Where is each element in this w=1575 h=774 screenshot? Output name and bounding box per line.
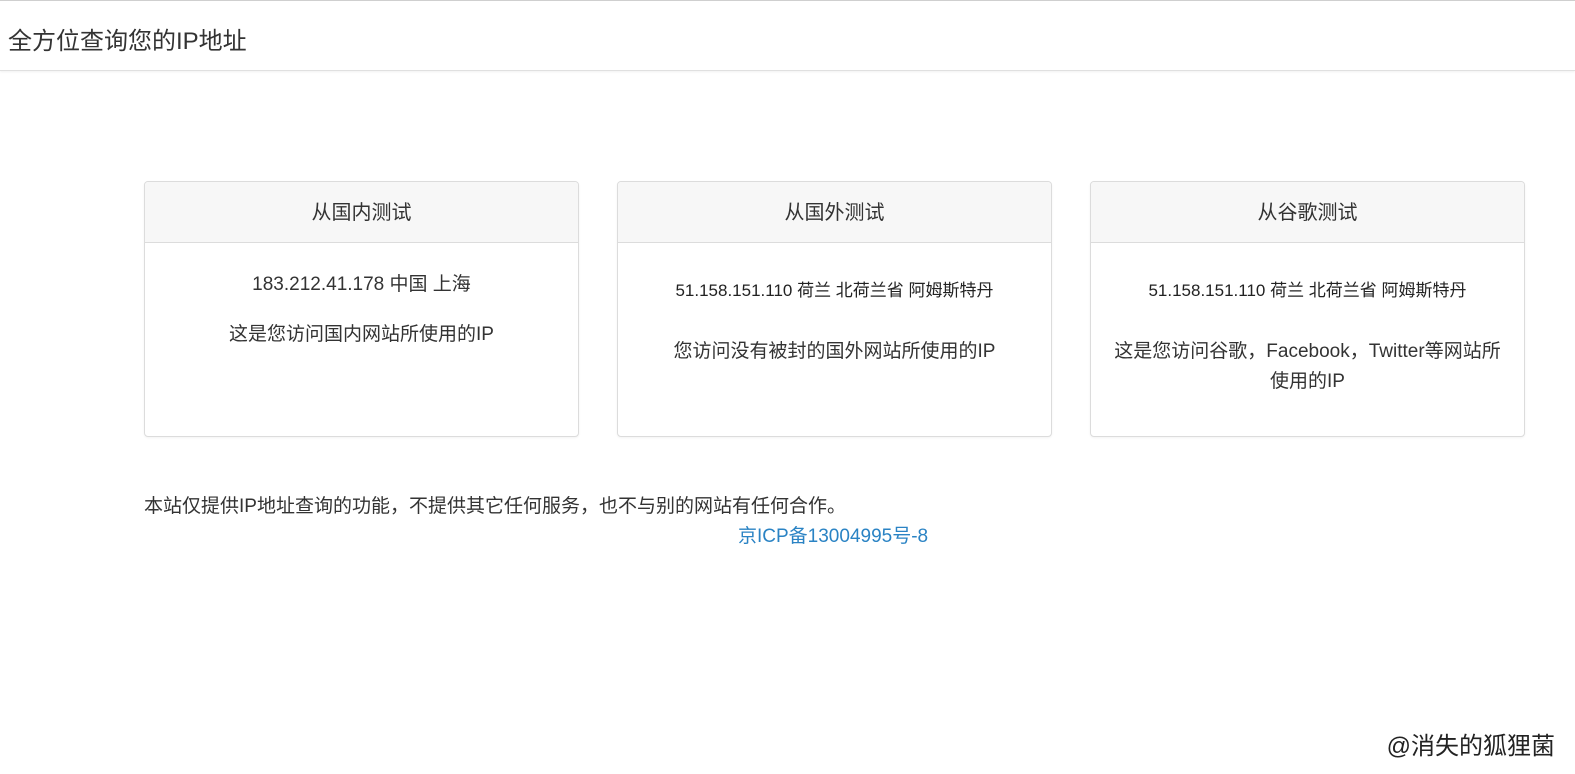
card-header-domestic: 从国内测试: [145, 182, 578, 243]
card-domestic-test: 从国内测试 183.212.41.178 中国 上海 这是您访问国内网站所使用的…: [144, 181, 579, 437]
foreign-ip-description: 您访问没有被封的国外网站所使用的IP: [673, 341, 996, 362]
author-watermark: @消失的狐狸菌: [1386, 733, 1555, 760]
icp-record-link[interactable]: 京ICP备13004995号-8: [738, 521, 928, 548]
domestic-ip-description: 这是您访问国内网站所使用的IP: [229, 324, 494, 345]
card-foreign-test: 从国外测试 51.158.151.110 荷兰 北荷兰省 阿姆斯特丹 您访问没有…: [617, 181, 1052, 437]
site-notice: 本站仅提供IP地址查询的功能，不提供其它任何服务，也不与别的网站有任何合作。: [144, 496, 846, 517]
domestic-ip-info: 183.212.41.178 中国 上海: [252, 274, 471, 295]
foreign-ip-info: 51.158.151.110 荷兰 北荷兰省 阿姆斯特丹: [675, 281, 994, 300]
site-brand-link[interactable]: 全方位查询您的IP地址: [8, 21, 247, 56]
card-header-google: 从谷歌测试: [1091, 182, 1524, 243]
google-ip-description: 这是您访问谷歌，Facebook，Twitter等网站所使用的IP: [1114, 341, 1501, 392]
card-header-foreign: 从国外测试: [618, 182, 1051, 243]
card-body-foreign: 51.158.151.110 荷兰 北荷兰省 阿姆斯特丹 您访问没有被封的国外网…: [618, 279, 1051, 367]
google-ip-info: 51.158.151.110 荷兰 北荷兰省 阿姆斯特丹: [1148, 281, 1467, 300]
card-body-google: 51.158.151.110 荷兰 北荷兰省 阿姆斯特丹 这是您访问谷歌，Fac…: [1091, 279, 1524, 397]
card-google-test: 从谷歌测试 51.158.151.110 荷兰 北荷兰省 阿姆斯特丹 这是您访问…: [1090, 181, 1525, 437]
card-body-domestic: 183.212.41.178 中国 上海 这是您访问国内网站所使用的IP: [145, 271, 578, 349]
top-navbar: 全方位查询您的IP地址: [0, 0, 1575, 71]
